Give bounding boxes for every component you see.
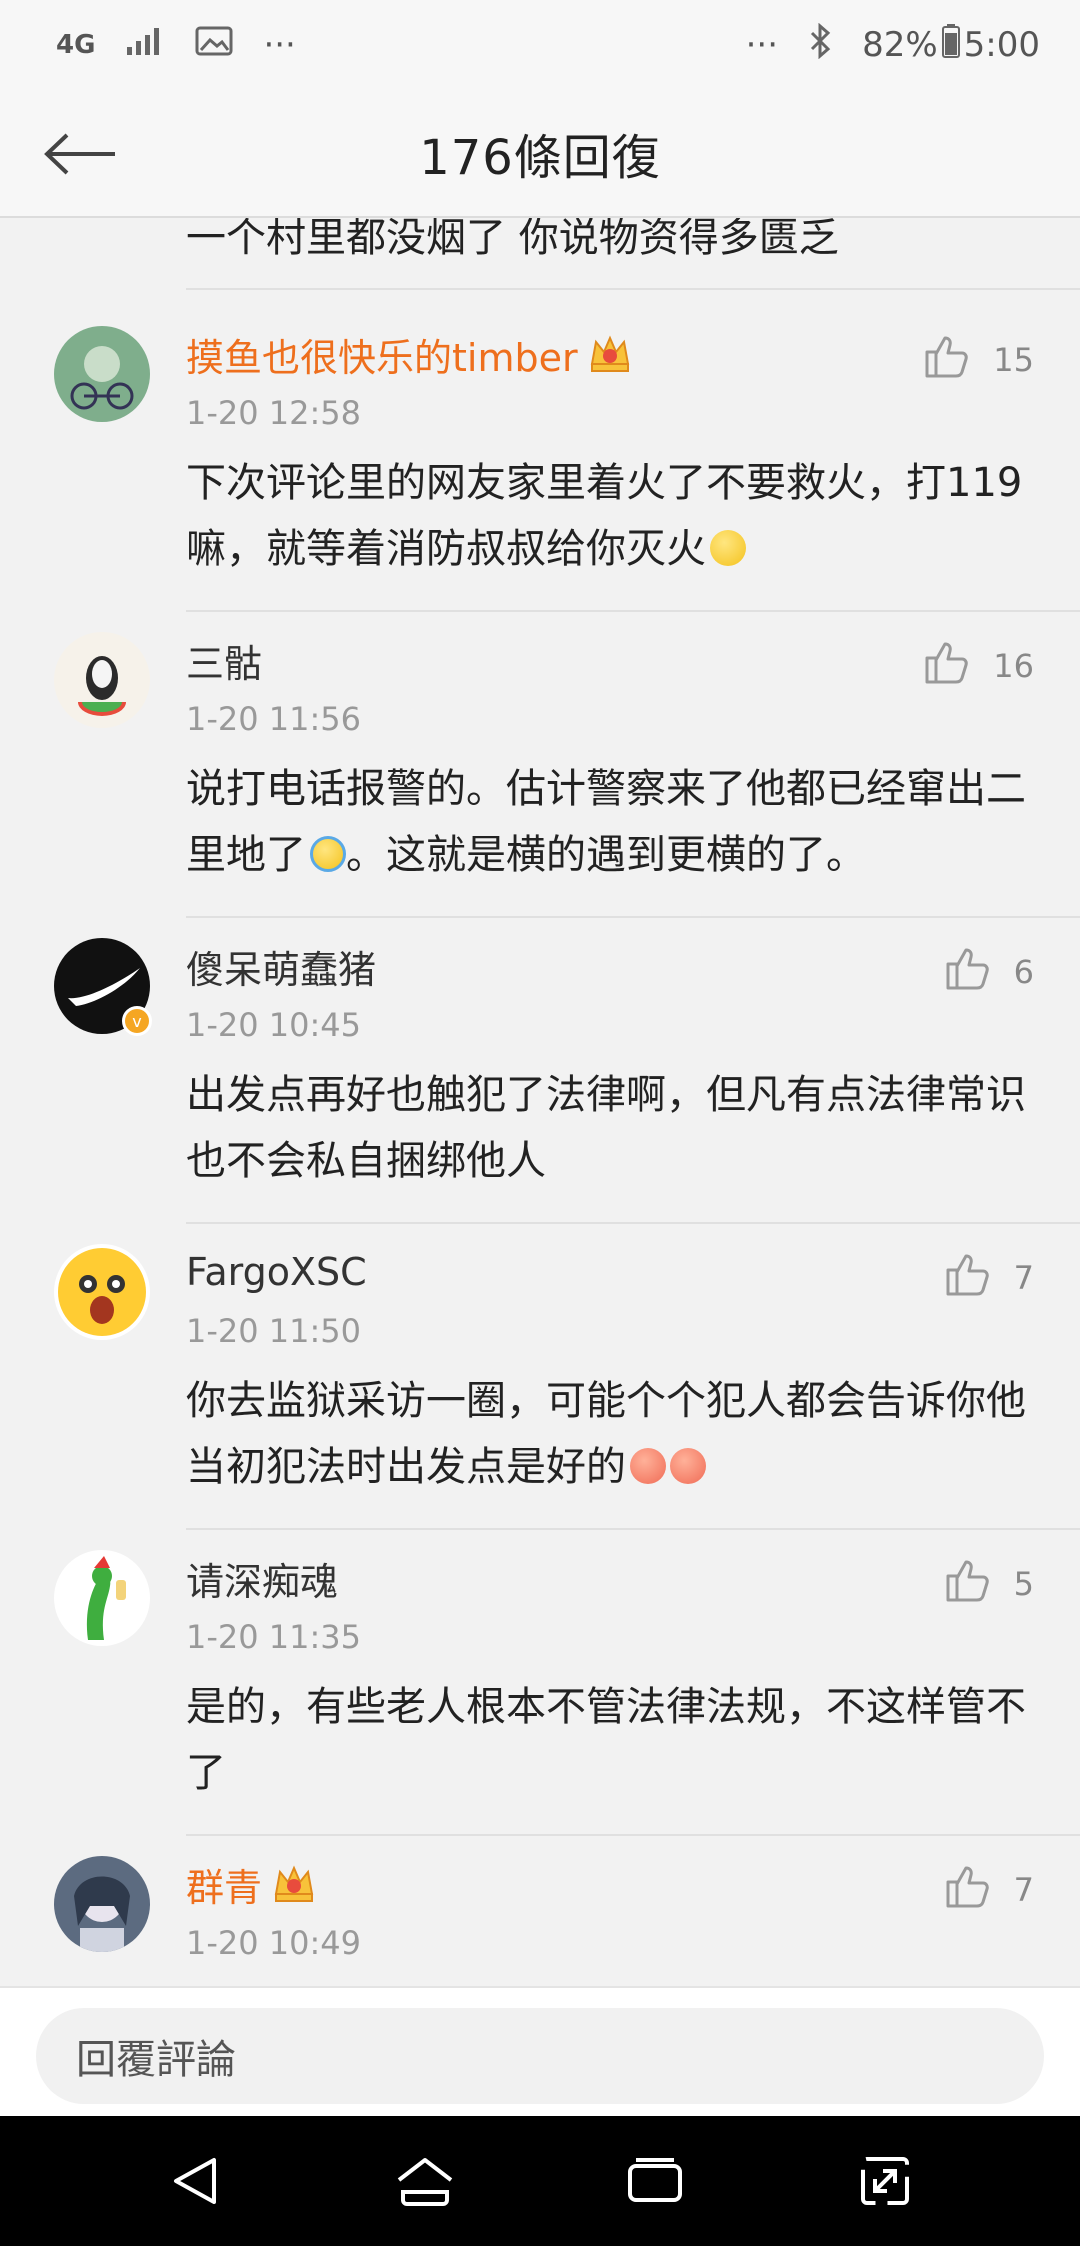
thumbs-up-icon: [944, 1252, 990, 1304]
comment-item[interactable]: 群青 1-20 10:49 7: [0, 1836, 1080, 1986]
username-text: FargoXSC: [186, 1250, 367, 1294]
username-text: 群青: [186, 1865, 263, 1910]
comment-text: 出发点再好也触犯了法律啊，但凡有点法律常识也不会私自捆绑他人: [186, 1072, 1026, 1184]
clock: 5:00: [963, 25, 1040, 65]
more-left-icon: ···: [263, 25, 296, 65]
username-text: 请深痴魂: [186, 1559, 339, 1604]
username-text: 三骷: [186, 641, 263, 686]
username[interactable]: 摸鱼也很快乐的timber: [186, 328, 632, 380]
thumbs-up-icon: [944, 946, 990, 998]
more-right-icon: ···: [745, 25, 779, 65]
thumbs-up-icon: [923, 334, 969, 386]
like-button[interactable]: 15: [923, 334, 1034, 386]
username[interactable]: 傻呆萌蠢猪: [186, 940, 376, 992]
verified-badge-icon: v: [122, 1006, 152, 1036]
status-bar: 4G ··· ··· 82% 5:00: [0, 0, 1080, 90]
back-button[interactable]: [40, 118, 120, 190]
previous-comment-tail: 一个村里都没烟了 你说物资得多匮乏: [186, 218, 839, 260]
nav-home-button[interactable]: [385, 2141, 465, 2221]
username[interactable]: 群青: [186, 1858, 316, 1910]
like-button[interactable]: 7: [944, 1864, 1034, 1916]
nav-home-icon: [397, 2158, 453, 2206]
reply-bar: 回覆評論: [0, 1986, 1080, 2116]
page-title: 176條回復: [419, 130, 661, 186]
nav-expand-button[interactable]: [845, 2141, 925, 2221]
nav-back-button[interactable]: [155, 2141, 235, 2221]
comment-text-content: 你去监狱采访一圈，可能个个犯人都会告诉你他当初犯法时出发点是好的: [186, 1378, 1026, 1490]
comment-text: 是的，有些老人根本不管法律法规，不这样管不了: [186, 1684, 1026, 1796]
avatar[interactable]: [54, 1856, 150, 1952]
comment-time: 1-20 12:58: [186, 394, 362, 432]
vip-crown-icon: [588, 334, 632, 374]
avatar[interactable]: [54, 632, 150, 728]
like-count: 15: [993, 341, 1034, 379]
network-4g-icon: 4G: [56, 30, 96, 60]
comment-item[interactable]: 三骷 1-20 11:56 16 说打电话报警的。估计警察来了他都已经窜出二里地…: [0, 612, 1080, 918]
username-text: 傻呆萌蠢猪: [186, 947, 377, 992]
bluetooth-icon: [808, 22, 832, 68]
comment-item[interactable]: v 傻呆萌蠢猪 1-20 10:45 6 出发点再好也触犯了法律啊，但凡有点法律…: [0, 918, 1080, 1224]
comment-time: 1-20 11:35: [186, 1618, 362, 1656]
avatar[interactable]: [54, 326, 150, 422]
nav-back-icon: [174, 2158, 216, 2204]
like-count: 5: [1013, 1565, 1034, 1603]
comment-text-content-2: 。这就是横的遇到更横的了。: [346, 832, 866, 878]
grin-emoji-icon: [670, 1448, 706, 1484]
vip-crown-icon: [272, 1864, 316, 1904]
like-count: 7: [1013, 1259, 1034, 1297]
comment-item[interactable]: FargoXSC 1-20 11:50 7 你去监狱采访一圈，可能个个犯人都会告…: [0, 1224, 1080, 1530]
divider: [186, 288, 1080, 290]
nav-recents-button[interactable]: [615, 2141, 695, 2221]
comment-text: 说打电话报警的。估计警察来了他都已经窜出二里地了 。这就是横的遇到更横的了。: [186, 756, 1046, 888]
like-button[interactable]: 5: [944, 1558, 1034, 1610]
thumbs-up-icon: [923, 640, 969, 692]
thumbs-up-icon: [944, 1558, 990, 1610]
username-text: 摸鱼也很快乐的timber: [186, 335, 578, 380]
comment-time: 1-20 10:49: [186, 1924, 362, 1962]
expand-icon: [861, 2157, 909, 2205]
laugh-cry-emoji-icon: [310, 836, 346, 872]
battery-percent: 82%: [862, 25, 938, 65]
signal-icon: [125, 25, 165, 66]
comment-list[interactable]: 一个村里都没烟了 你说物资得多匮乏 摸鱼也很快乐的timber 1-20 12:…: [0, 218, 1080, 1986]
comment-time: 1-20 10:45: [186, 1006, 362, 1044]
comment-text-content: 下次评论里的网友家里着火了不要救火，打119嘛，就等着消防叔叔给你灭火: [186, 460, 1023, 572]
username[interactable]: 请深痴魂: [186, 1552, 338, 1604]
like-button[interactable]: 16: [923, 640, 1034, 692]
reply-input[interactable]: 回覆評論: [36, 2008, 1044, 2104]
comment-item[interactable]: 请深痴魂 1-20 11:35 5 是的，有些老人根本不管法律法规，不这样管不了: [0, 1530, 1080, 1836]
comment-time: 1-20 11:56: [186, 700, 362, 738]
like-button[interactable]: 6: [944, 946, 1034, 998]
comment-item[interactable]: 摸鱼也很快乐的timber 1-20 12:58 15 下次评论里的网友家里着火…: [0, 306, 1080, 612]
like-count: 16: [993, 647, 1034, 685]
avatar[interactable]: [54, 1244, 150, 1340]
comment-text: 你去监狱采访一圈，可能个个犯人都会告诉你他当初犯法时出发点是好的: [186, 1368, 1046, 1500]
battery-icon: [941, 23, 960, 67]
grin-emoji-icon: [630, 1448, 666, 1484]
like-button[interactable]: 7: [944, 1252, 1034, 1304]
system-nav-bar: [0, 2116, 1080, 2246]
like-count: 6: [1013, 953, 1034, 991]
back-arrow-icon: [44, 133, 115, 175]
nav-recents-icon: [628, 2158, 682, 2202]
header: 176條回復: [0, 90, 1080, 218]
comment-text: 下次评论里的网友家里着火了不要救火，打119嘛，就等着消防叔叔给你灭火: [186, 450, 1046, 582]
comment-time: 1-20 11:50: [186, 1312, 362, 1350]
avatar[interactable]: [54, 1550, 150, 1646]
username[interactable]: FargoXSC: [186, 1246, 367, 1298]
gallery-icon: [195, 25, 233, 65]
smile-emoji-icon: [710, 530, 746, 566]
thumbs-up-icon: [944, 1864, 990, 1916]
like-count: 7: [1013, 1871, 1034, 1909]
username[interactable]: 三骷: [186, 634, 262, 686]
